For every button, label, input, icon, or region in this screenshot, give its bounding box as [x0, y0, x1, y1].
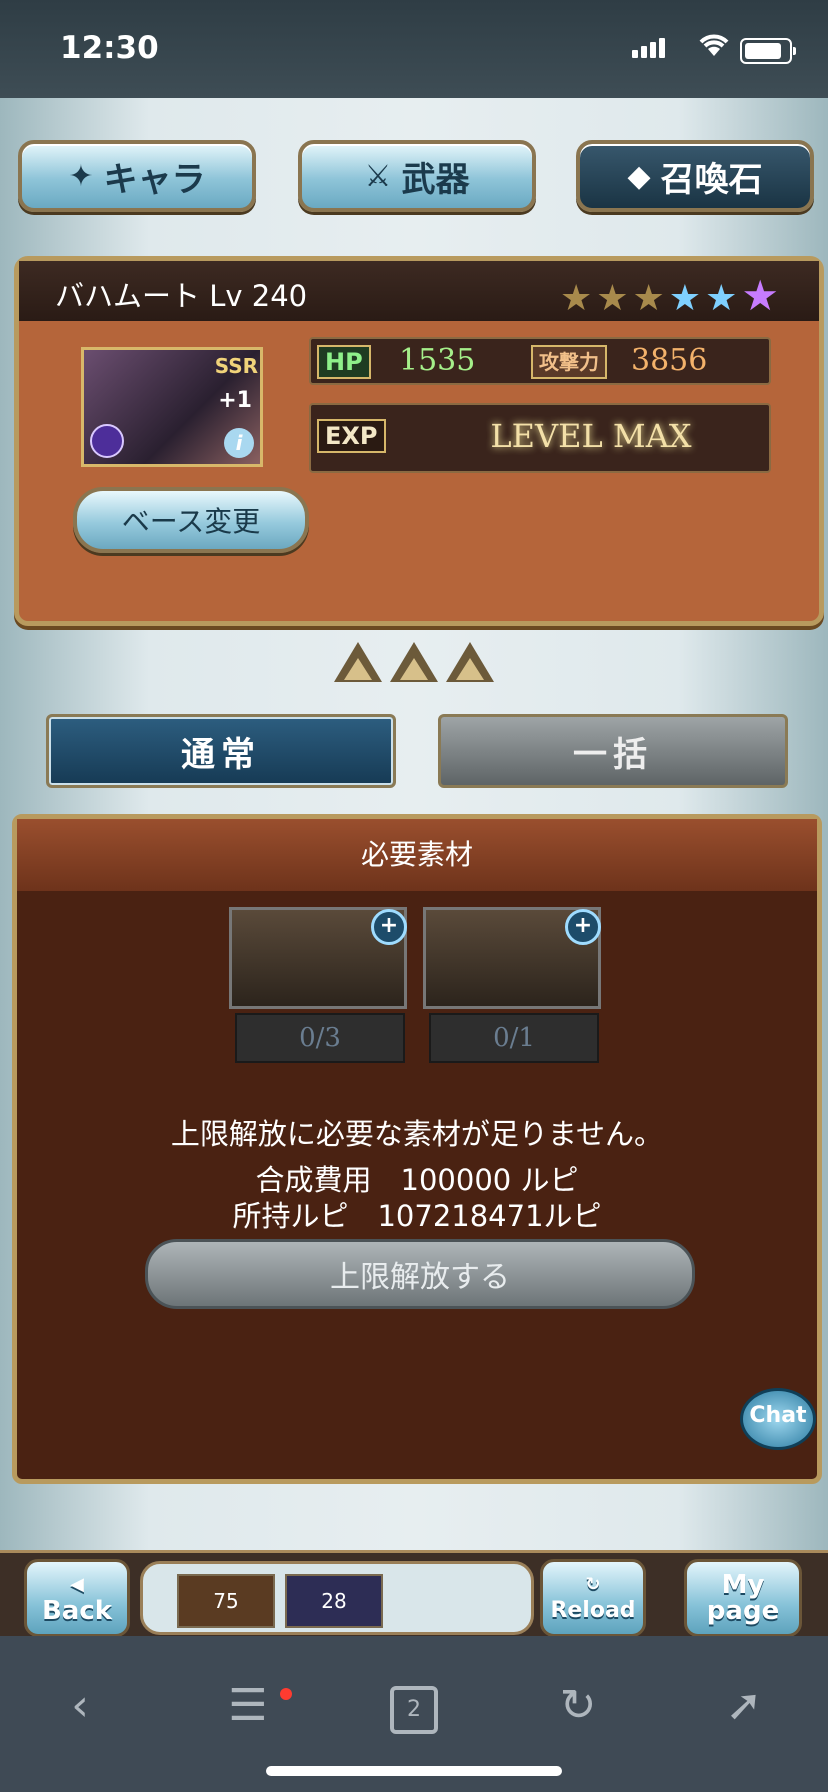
triangle-icon: [390, 642, 438, 684]
mode-bulk-button[interactable]: 一括: [438, 714, 788, 788]
material-slot[interactable]: + 0/1: [423, 907, 601, 1067]
summon-header: バハムート Lv 240 ★★★★★★: [19, 261, 819, 321]
rarity-badge: SSR: [214, 354, 258, 378]
material-count: 0/3: [235, 1013, 405, 1063]
notification-dot: [280, 1688, 292, 1700]
owned-rupie-line: 所持ルピ 107218471ルピ: [232, 1199, 602, 1233]
back-button[interactable]: ◀ Back: [24, 1559, 130, 1637]
hp-atk-box: HP 1535 攻撃力 3856: [309, 337, 771, 385]
exp-label: EXP: [317, 419, 386, 453]
plus-bonus: +1: [218, 388, 252, 413]
mode-normal-button[interactable]: 通常: [46, 714, 396, 788]
material-count: 0/1: [429, 1013, 599, 1063]
star-icon: ★: [705, 278, 742, 319]
base-change-button[interactable]: ベース変更: [73, 487, 309, 553]
status-bar: 12:30: [0, 0, 828, 98]
clock: 12:30: [60, 30, 159, 66]
dark-element-icon: [90, 424, 124, 458]
cellular-signal-icon: [632, 38, 668, 58]
info-icon[interactable]: i: [224, 428, 254, 458]
exp-box: EXP LEVEL MAX: [309, 403, 771, 473]
wifi-icon: [699, 34, 729, 56]
materials-panel: 必要素材 + 0/3 + 0/1 上限解放に必要な素材が足りません。 合成費用 …: [12, 814, 822, 1484]
zoom-icon[interactable]: +: [371, 909, 407, 945]
reload-button[interactable]: ↻ Reload: [540, 1559, 646, 1637]
tab-weapon[interactable]: ⚔ 武器: [298, 140, 536, 212]
crossed-swords-icon: ⚔: [364, 158, 392, 194]
atk-label: 攻撃力: [531, 345, 607, 379]
summon-panel: バハムート Lv 240 ★★★★★★ SSR +1 i HP 1535 攻撃力…: [14, 256, 824, 626]
tab-summon[interactable]: ◆ 召喚石: [576, 140, 814, 212]
tabs-button[interactable]: 2: [390, 1686, 438, 1734]
item-potion[interactable]: 75: [177, 1574, 275, 1628]
triangle-icon: [334, 642, 382, 684]
star-icon: ★: [596, 278, 633, 319]
uncap-stars: ★★★★★★: [560, 271, 783, 320]
atk-value: 3856: [631, 343, 708, 378]
uncap-button[interactable]: 上限解放する: [145, 1239, 695, 1309]
triangle-icon: [446, 642, 494, 684]
summon-name-level: バハムート Lv 240: [55, 279, 308, 313]
summon-portrait[interactable]: SSR +1 i: [81, 347, 263, 467]
back-arrow-icon: ◀: [70, 1574, 84, 1595]
quick-items: 75 28: [140, 1561, 534, 1635]
back-icon[interactable]: ‹: [50, 1676, 110, 1736]
menu-icon[interactable]: ☰: [218, 1676, 278, 1736]
star-icon: ★: [632, 278, 669, 319]
zoom-icon[interactable]: +: [565, 909, 601, 945]
star-icon: ★: [668, 278, 706, 319]
star-icon: ★: [559, 278, 597, 319]
hp-label: HP: [317, 345, 371, 379]
item-elixir[interactable]: 28: [285, 1574, 383, 1628]
crystal-icon: ◆: [627, 158, 651, 194]
insufficient-message: 上限解放に必要な素材が足りません。: [170, 1117, 664, 1151]
tab-chara[interactable]: ✦ キャラ: [18, 140, 256, 212]
game-screen: ✦ キャラ ⚔ 武器 ◆ 召喚石 バハムート Lv 240 ★★★★★★ SSR…: [0, 98, 828, 1550]
star-icon: ★: [741, 271, 783, 320]
hp-value: 1535: [399, 343, 476, 378]
game-nav-bar: ◀ Back 75 28 ↻ Reload My page: [0, 1550, 828, 1639]
level-max-text: LEVEL MAX: [490, 417, 692, 455]
refresh-icon: ↻: [585, 1574, 601, 1595]
home-indicator: [266, 1766, 562, 1776]
battery-icon: [740, 38, 796, 64]
materials-title: 必要素材: [360, 838, 473, 871]
chara-icon: ✦: [68, 158, 94, 194]
rocket-icon[interactable]: ➚: [714, 1676, 774, 1736]
material-slot[interactable]: + 0/3: [229, 907, 407, 1067]
mypage-button[interactable]: My page: [684, 1559, 802, 1637]
chat-button[interactable]: Chat: [740, 1388, 816, 1450]
refresh-icon[interactable]: ↻: [548, 1676, 608, 1736]
